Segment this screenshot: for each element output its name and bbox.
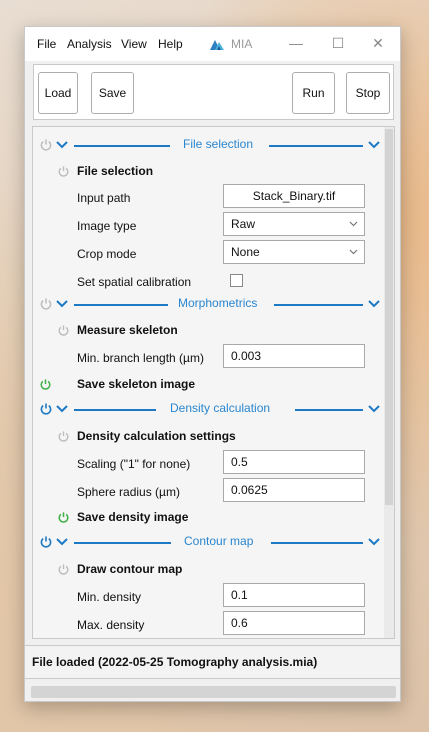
section-header-file-selection[interactable]: File selection: [33, 136, 385, 154]
chevron-down-icon[interactable]: [55, 298, 69, 310]
stop-button[interactable]: Stop: [346, 72, 390, 114]
spatial-calibration-checkbox[interactable]: [230, 274, 243, 287]
power-icon[interactable]: [57, 511, 70, 524]
toolbar: Load Save Run Stop: [33, 64, 394, 120]
image-type-select[interactable]: Raw: [223, 212, 365, 236]
load-button[interactable]: Load: [38, 72, 78, 114]
section-header-contour[interactable]: Contour map: [33, 533, 385, 551]
module-label: Measure skeleton: [77, 323, 178, 337]
chevron-down-icon[interactable]: [367, 403, 381, 415]
sphere-radius-label: Sphere radius (µm): [77, 485, 180, 499]
module-label: Density calculation settings: [77, 429, 236, 443]
module-label: Save density image: [77, 510, 189, 524]
close-button[interactable]: ✕: [367, 33, 389, 53]
section-title: Morphometrics: [178, 296, 258, 310]
status-bar: File loaded (2022-05-25 Tomography analy…: [25, 645, 400, 679]
section-title: Density calculation: [170, 401, 271, 415]
module-save-density-image: Save density image: [33, 509, 385, 527]
module-measure-skeleton: Measure skeleton: [33, 322, 385, 340]
chevron-down-icon[interactable]: [367, 536, 381, 548]
spatial-calibration-label: Set spatial calibration: [77, 275, 192, 289]
max-density-label: Max. density: [77, 618, 145, 632]
menu-view[interactable]: View: [121, 37, 147, 51]
power-icon[interactable]: [39, 378, 52, 391]
power-icon[interactable]: [57, 563, 70, 576]
scaling-label: Scaling ("1" for none): [77, 457, 191, 471]
progress-bar: [31, 686, 396, 698]
chevron-down-icon[interactable]: [367, 139, 381, 151]
app-window: File Analysis View Help MIA — ☐ ✕ Load S…: [24, 26, 401, 702]
min-branch-length-label: Min. branch length (µm): [77, 351, 204, 365]
section-header-morphometrics[interactable]: Morphometrics: [33, 295, 385, 313]
module-save-skeleton-image: Save skeleton image: [33, 376, 385, 394]
minimize-button[interactable]: —: [285, 33, 307, 53]
menu-bar: File Analysis View Help MIA — ☐ ✕: [25, 27, 400, 61]
divider: [274, 304, 363, 306]
vertical-scrollbar[interactable]: [384, 127, 394, 638]
divider: [269, 145, 363, 147]
next-field[interactable]: [223, 638, 365, 639]
sphere-radius-field[interactable]: 0.0625: [223, 478, 365, 502]
min-density-field[interactable]: 0.1: [223, 583, 365, 607]
divider: [74, 304, 168, 306]
divider: [74, 542, 171, 544]
min-density-label: Min. density: [77, 590, 142, 604]
input-path-field[interactable]: Stack_Binary.tif: [223, 184, 365, 208]
chevron-down-icon: [349, 249, 358, 255]
chevron-down-icon[interactable]: [55, 536, 69, 548]
power-icon[interactable]: [57, 324, 70, 337]
module-label: File selection: [77, 164, 154, 178]
crop-mode-label: Crop mode: [77, 247, 137, 261]
app-title-text: MIA: [231, 37, 253, 51]
divider: [295, 409, 363, 411]
maximize-button[interactable]: ☐: [327, 33, 349, 53]
divider: [271, 542, 363, 544]
crop-mode-value: None: [231, 245, 260, 259]
section-header-density[interactable]: Density calculation: [33, 400, 385, 418]
menu-file[interactable]: File: [37, 37, 56, 51]
divider: [74, 145, 170, 147]
chevron-down-icon[interactable]: [55, 139, 69, 151]
app-title: MIA: [209, 35, 252, 53]
section-title: Contour map: [184, 534, 254, 548]
section-title: File selection: [183, 137, 254, 151]
image-type-label: Image type: [77, 219, 137, 233]
menu-analysis[interactable]: Analysis: [67, 37, 112, 51]
power-icon[interactable]: [39, 535, 53, 549]
power-icon[interactable]: [39, 402, 53, 416]
module-label: Save skeleton image: [77, 377, 196, 391]
image-type-value: Raw: [231, 217, 256, 231]
module-label: Draw contour map: [77, 562, 183, 576]
power-icon[interactable]: [57, 430, 70, 443]
menu-help[interactable]: Help: [158, 37, 183, 51]
chevron-down-icon[interactable]: [55, 403, 69, 415]
module-file-selection: File selection: [33, 163, 385, 181]
chevron-down-icon[interactable]: [367, 298, 381, 310]
parameters-panel: File selection File selection Input path…: [32, 126, 395, 639]
min-branch-length-field[interactable]: 0.003: [223, 344, 365, 368]
crop-mode-select[interactable]: None: [223, 240, 365, 264]
chevron-down-icon: [349, 221, 358, 227]
max-density-field[interactable]: 0.6: [223, 611, 365, 635]
scrollbar-thumb[interactable]: [385, 129, 393, 505]
run-button[interactable]: Run: [292, 72, 335, 114]
power-icon[interactable]: [39, 138, 53, 152]
mia-logo-icon: [210, 40, 224, 50]
save-button[interactable]: Save: [91, 72, 134, 114]
scaling-field[interactable]: 0.5: [223, 450, 365, 474]
divider: [74, 409, 156, 411]
module-density-calculation-settings: Density calculation settings: [33, 428, 385, 446]
power-icon[interactable]: [39, 297, 53, 311]
input-path-label: Input path: [77, 191, 131, 205]
power-icon[interactable]: [57, 165, 70, 178]
module-draw-contour-map: Draw contour map: [33, 561, 385, 579]
